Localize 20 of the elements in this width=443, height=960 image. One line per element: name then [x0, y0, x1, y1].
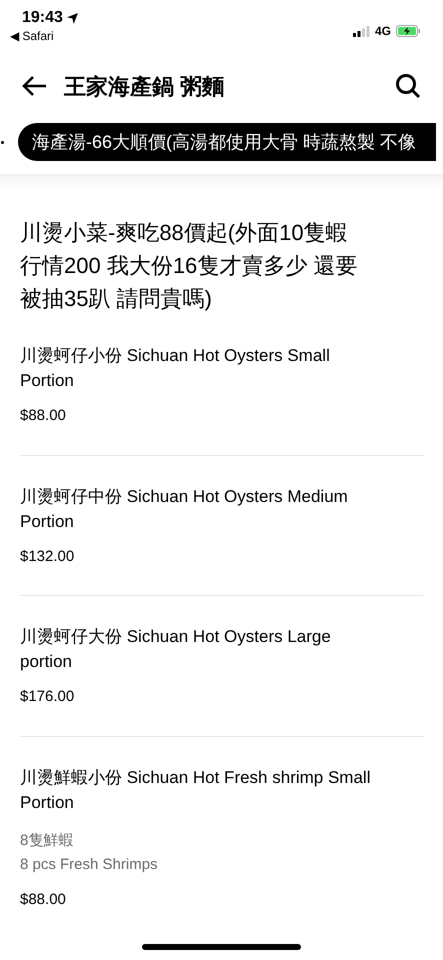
menu-item-price: $88.00	[20, 890, 66, 910]
search-button[interactable]	[393, 71, 423, 101]
menu-item-name[interactable]: 川燙蚵仔小份 Sichuan Hot Oysters Small Portion	[20, 343, 376, 393]
restaurant-title: 王家海產鍋 粥麵	[64, 72, 224, 100]
menu-item-name[interactable]: 川燙鮮蝦小份 Sichuan Hot Fresh shrimp Small Portion	[20, 764, 376, 814]
menu-item-price: $176.00	[20, 687, 74, 707]
menu-item-description: 8 pcs Fresh Shrimps	[20, 854, 159, 874]
menu-item-price: $88.00	[20, 406, 66, 426]
back-to-app-link[interactable]: ◀ Safari	[10, 28, 78, 44]
signal-icon	[352, 26, 370, 36]
battery-charging-icon	[396, 25, 421, 37]
network-label: 4G	[374, 23, 391, 40]
clock-time: 19:43	[22, 8, 63, 28]
location-arrow-icon	[66, 12, 78, 24]
menu-item-name[interactable]: 川燙蚵仔大份 Sichuan Hot Oysters Large portion	[20, 624, 376, 674]
menu-item-description: 8隻鮮蝦	[20, 830, 74, 850]
menu-item-price: $132.00	[20, 546, 74, 566]
section-title: 川燙小菜-爽吃88價起(外面10隻蝦行情200 我大份16隻才賣多少 還要被抽35趴 請問貴嗎)	[20, 219, 358, 313]
menu-item-name[interactable]: 川燙蚵仔中份 Sichuan Hot Oysters Medium Portion	[20, 484, 376, 534]
category-chip[interactable]: 海產湯-66大順價(高湯都使用大骨 時蔬熬製 不像	[18, 123, 436, 161]
